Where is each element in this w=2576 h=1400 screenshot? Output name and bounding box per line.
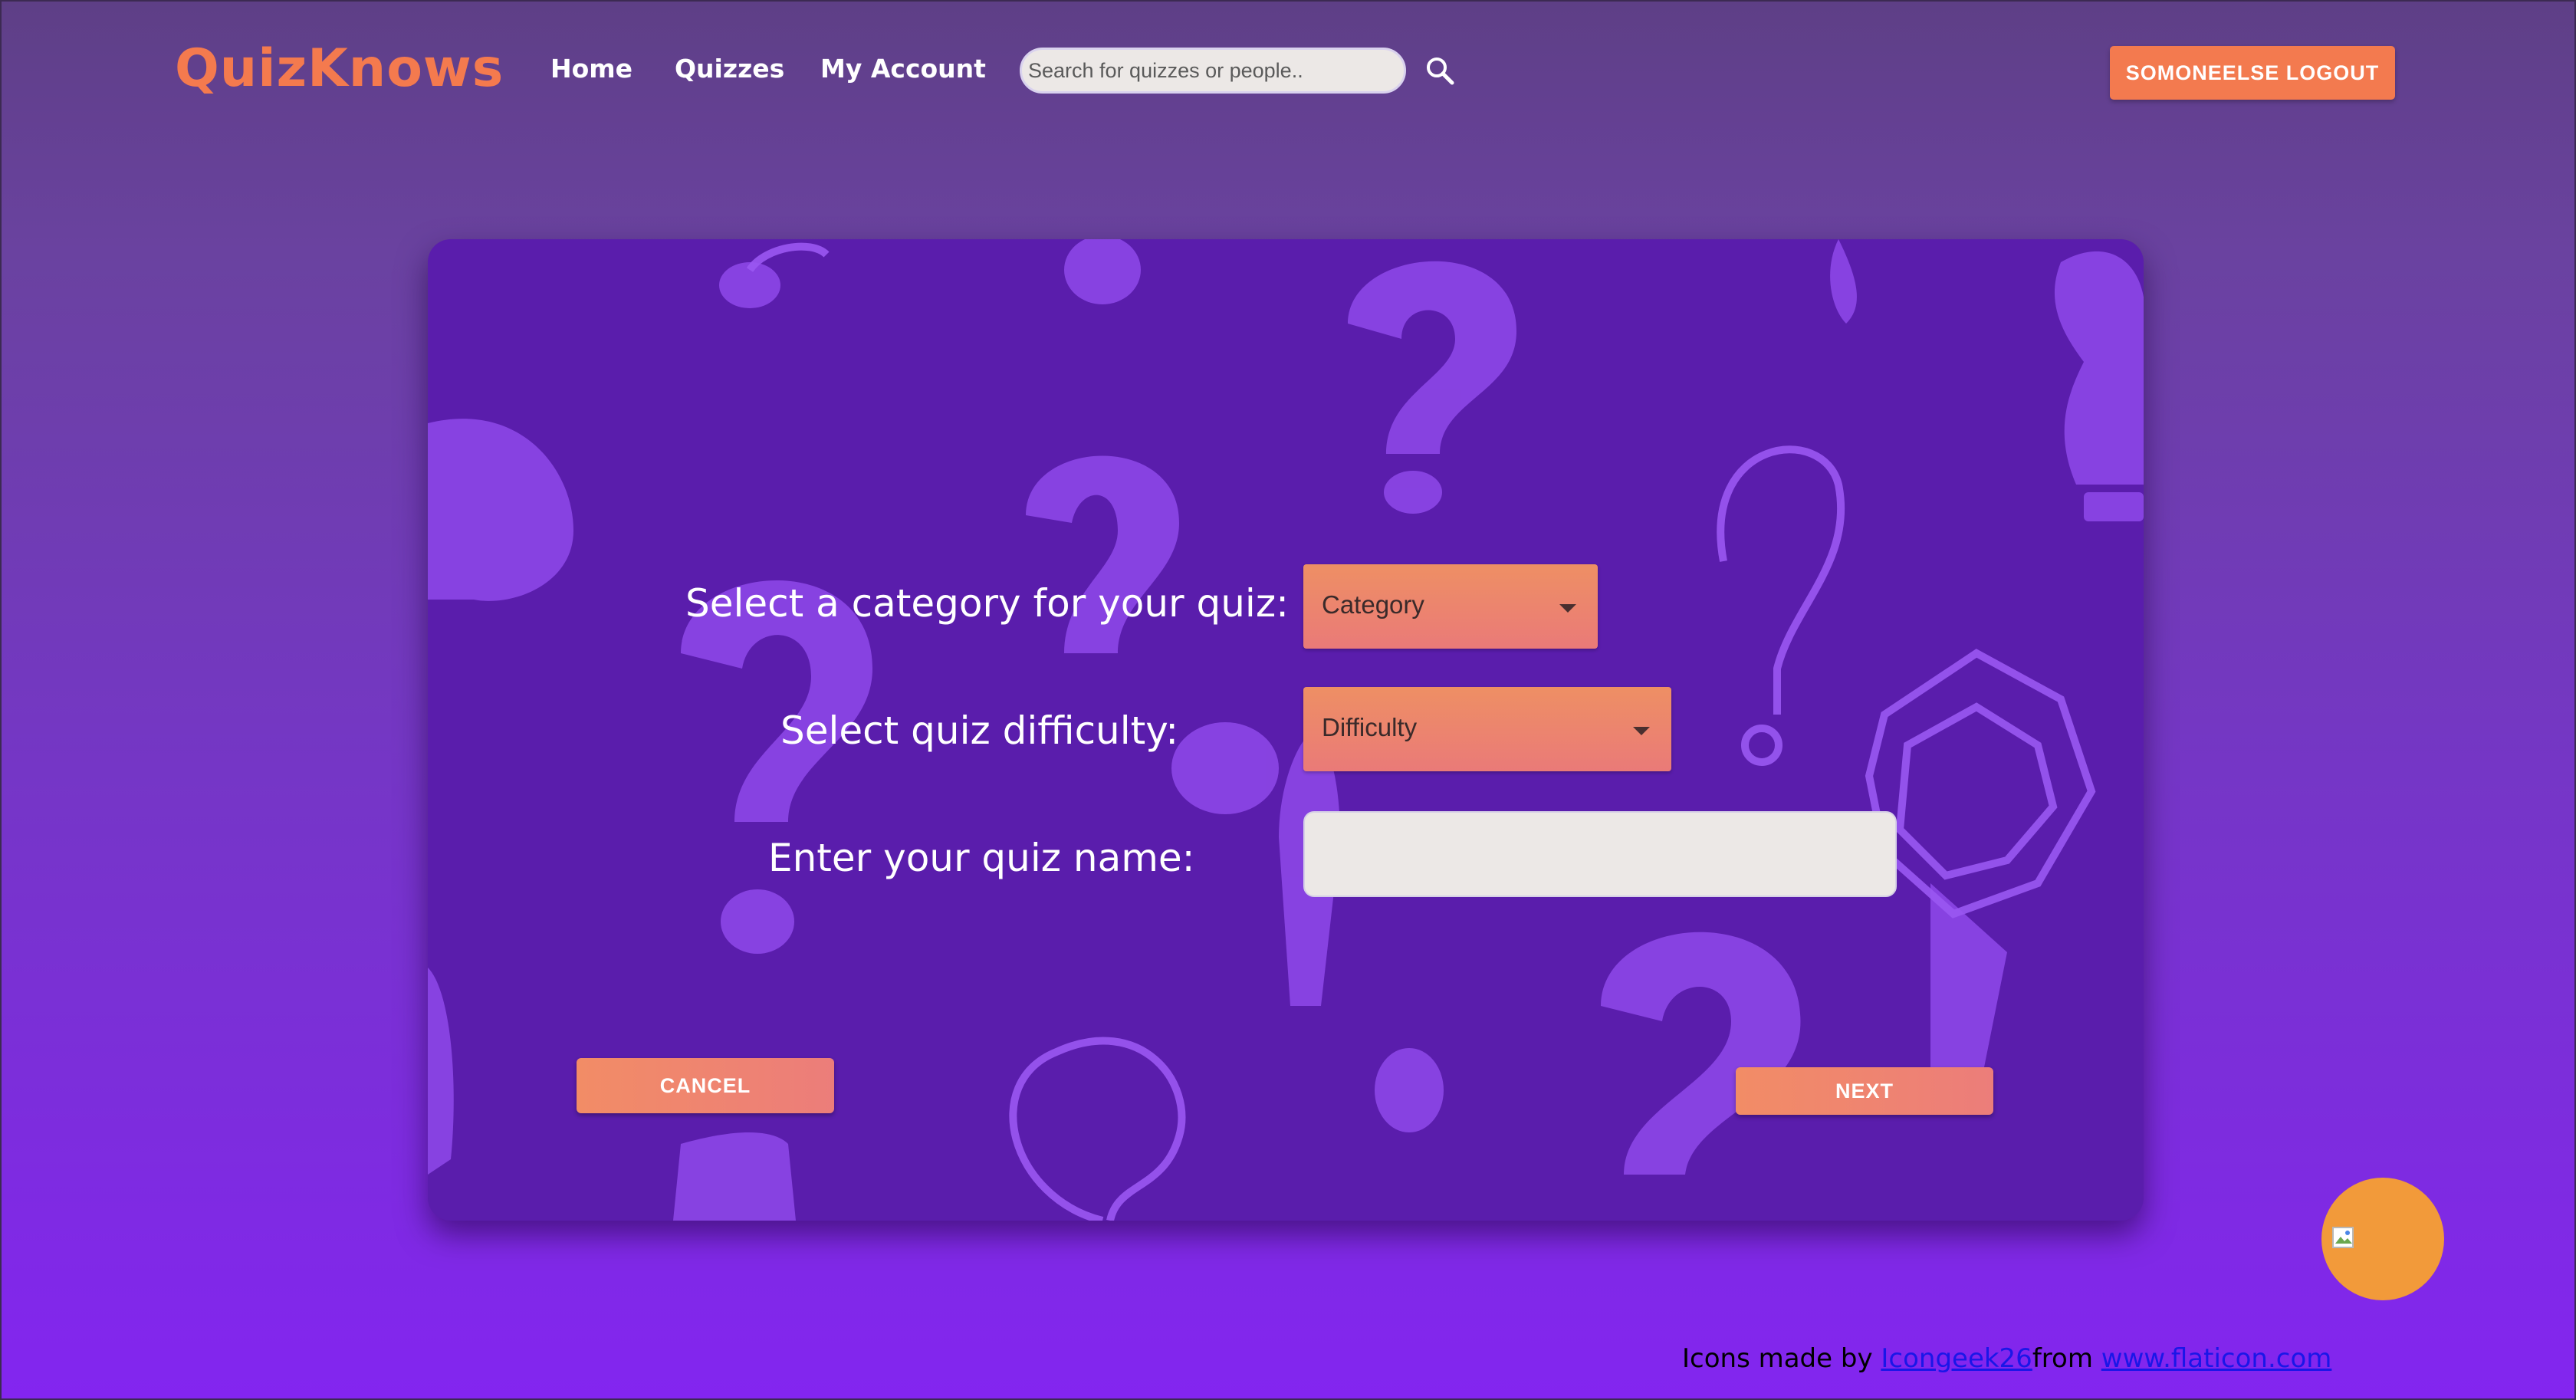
difficulty-select[interactable]: Difficulty (1303, 687, 1671, 771)
category-label: Select a category for your quiz: (685, 581, 1289, 626)
difficulty-select-value: Difficulty (1322, 713, 1418, 741)
difficulty-label: Select quiz difficulty: (780, 708, 1179, 753)
search-input[interactable] (1020, 48, 1406, 94)
logo[interactable]: QuizKnows (175, 38, 504, 99)
icon-attribution: Icons made by Icongeek26from www.flatico… (1682, 1343, 2331, 1374)
quiz-name-label: Enter your quiz name: (768, 836, 1195, 880)
category-select-value: Category (1322, 590, 1424, 619)
attribution-prefix: Icons made by (1682, 1343, 1881, 1374)
logout-button[interactable]: SOMONEELSE LOGOUT (2110, 46, 2395, 100)
author-link[interactable]: Icongeek26 (1881, 1343, 2032, 1374)
cancel-button[interactable]: CANCEL (577, 1058, 834, 1113)
nav-my-account[interactable]: My Account (820, 54, 986, 84)
attribution-middle: from (2032, 1343, 2101, 1374)
create-quiz-card: Select a category for your quiz: Categor… (428, 239, 2144, 1221)
quiz-name-input[interactable] (1303, 811, 1897, 897)
search-icon[interactable] (1424, 55, 1455, 86)
floating-action-button[interactable] (2321, 1178, 2444, 1300)
next-button[interactable]: NEXT (1736, 1067, 1993, 1115)
nav-quizzes[interactable]: Quizzes (675, 54, 784, 84)
chevron-down-icon (1559, 604, 1576, 613)
broken-image-icon (2332, 1227, 2354, 1248)
nav-home[interactable]: Home (550, 54, 632, 84)
category-select[interactable]: Category (1303, 564, 1598, 649)
flaticon-link[interactable]: www.flaticon.com (2101, 1343, 2332, 1374)
chevron-down-icon (1633, 727, 1650, 735)
